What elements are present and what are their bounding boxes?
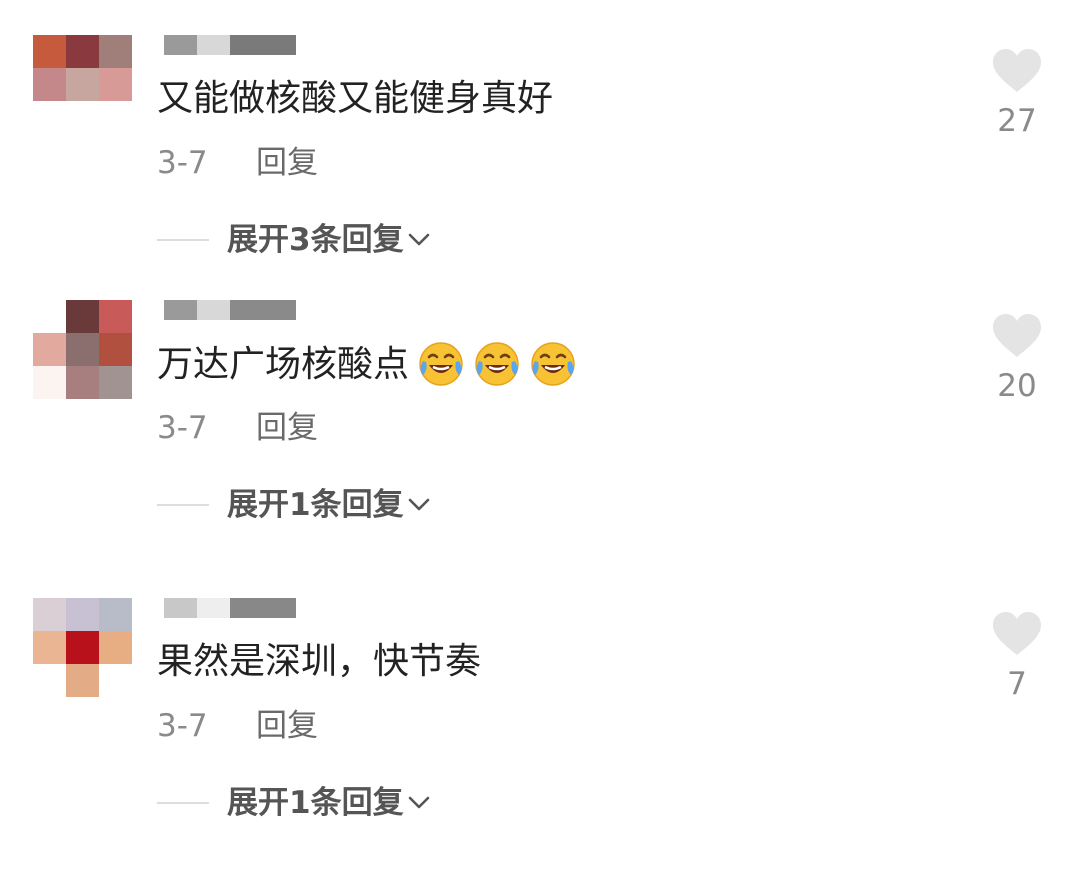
comment-meta: 3-7 回复 — [157, 408, 318, 448]
reply-button[interactable]: 回复 — [256, 708, 318, 744]
like-button[interactable]: 7 — [990, 612, 1044, 704]
rofl-emoji — [475, 342, 519, 386]
like-count: 20 — [997, 368, 1037, 404]
expand-replies-label: 展开3条回复 — [227, 222, 404, 258]
chevron-down-icon — [408, 233, 429, 246]
comment-date: 3-7 — [157, 410, 208, 446]
username-pixel — [164, 35, 197, 55]
expand-replies-button[interactable]: 展开3条回复 — [157, 220, 430, 260]
comment-text: 果然是深圳，快节奏 — [157, 641, 482, 682]
chevron-down-icon — [408, 498, 429, 511]
expand-replies-button[interactable]: 展开1条回复 — [157, 485, 430, 525]
reply-button[interactable]: 回复 — [256, 410, 318, 446]
divider-line — [157, 239, 209, 241]
avatar-pixel — [33, 333, 66, 366]
expand-replies-label: 展开1条回复 — [227, 487, 404, 523]
avatar-pixel — [99, 101, 132, 134]
avatar-pixel — [99, 68, 132, 101]
avatar-pixel — [33, 101, 66, 134]
like-count: 27 — [997, 103, 1037, 139]
expand-replies-button[interactable]: 展开1条回复 — [157, 783, 430, 823]
comment-text: 万达广场核酸点 — [157, 340, 577, 389]
comment-text: 又能做核酸又能健身真好 — [157, 78, 554, 119]
avatar-pixel — [66, 68, 99, 101]
heart-icon — [993, 612, 1041, 655]
avatar-pixel — [99, 366, 132, 399]
avatar-pixel — [33, 366, 66, 399]
username-pixel — [197, 300, 230, 320]
avatar-pixel — [99, 598, 132, 631]
avatar-pixel — [33, 598, 66, 631]
username-pixel — [230, 300, 296, 320]
rofl-emoji — [531, 342, 575, 386]
avatar-pixel — [99, 664, 132, 697]
avatar-pixel — [99, 300, 132, 333]
username-pixel — [197, 35, 230, 55]
avatar-pixel — [33, 300, 66, 333]
avatar-pixel — [99, 35, 132, 68]
avatar-pixel — [66, 35, 99, 68]
avatar-pixel — [66, 300, 99, 333]
comment-item: 又能做核酸又能健身真好 3-7 回复 展开3条回复 27 — [0, 35, 1080, 320]
avatar-pixel — [66, 631, 99, 664]
comment-meta: 3-7 回复 — [157, 143, 318, 183]
avatar[interactable] — [33, 35, 132, 134]
expand-replies-label: 展开1条回复 — [227, 785, 404, 821]
avatar-pixel — [66, 366, 99, 399]
avatar-pixel — [99, 631, 132, 664]
avatar-pixel — [66, 664, 99, 697]
divider-line — [157, 802, 209, 804]
rofl-emoji — [419, 342, 463, 386]
reply-button[interactable]: 回复 — [256, 145, 318, 181]
username-pixel — [230, 35, 296, 55]
avatar-pixel — [99, 333, 132, 366]
like-count: 7 — [1007, 666, 1027, 702]
username-pixel — [230, 598, 296, 618]
like-button[interactable]: 27 — [990, 49, 1044, 141]
heart-icon — [993, 314, 1041, 357]
like-button[interactable]: 20 — [990, 314, 1044, 406]
avatar-pixel — [66, 598, 99, 631]
avatar-pixel — [33, 664, 66, 697]
comment-date: 3-7 — [157, 145, 208, 181]
comment-date: 3-7 — [157, 708, 208, 744]
username-pixel — [197, 598, 230, 618]
avatar-pixel — [66, 101, 99, 134]
avatar[interactable] — [33, 300, 132, 399]
avatar[interactable] — [33, 598, 132, 697]
comment-item: 果然是深圳，快节奏 3-7 回复 展开1条回复 7 — [0, 598, 1080, 883]
avatar-pixel — [33, 35, 66, 68]
comment-item: 万达广场核酸点 3-7 回复 展开1条回复 20 — [0, 300, 1080, 585]
comment-meta: 3-7 回复 — [157, 706, 318, 746]
avatar-pixel — [33, 68, 66, 101]
chevron-down-icon — [408, 796, 429, 809]
username-pixel — [164, 300, 197, 320]
avatar-pixel — [66, 333, 99, 366]
avatar-pixel — [33, 631, 66, 664]
divider-line — [157, 504, 209, 506]
heart-icon — [993, 49, 1041, 92]
username-pixel — [164, 598, 197, 618]
